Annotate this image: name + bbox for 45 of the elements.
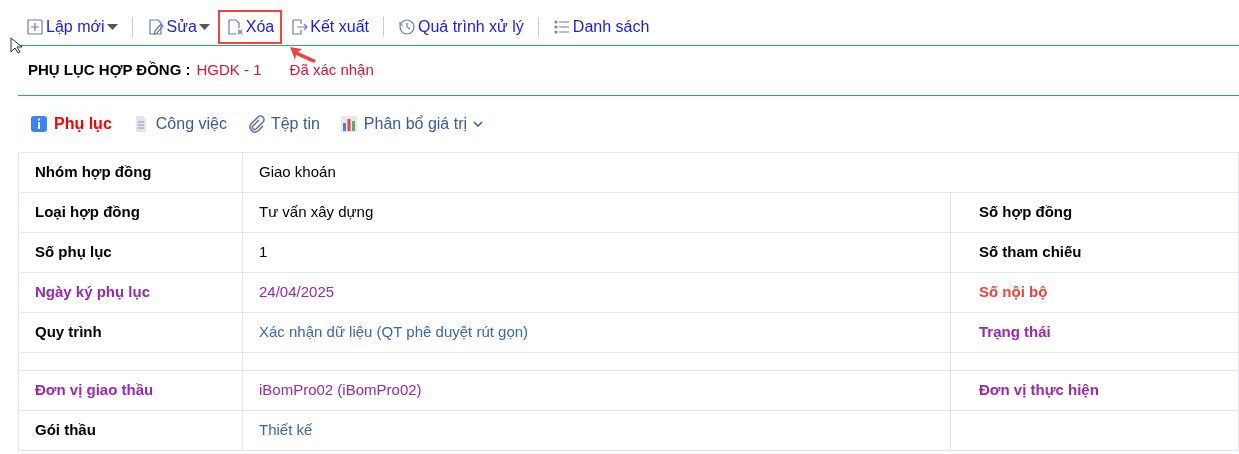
field-label: Trạng thái	[979, 322, 1051, 343]
field-label: Đơn vị giao thầu	[35, 380, 154, 401]
field-label: Đơn vị thực hiện	[979, 380, 1099, 401]
edit-document-icon	[146, 17, 165, 36]
field-value: Tư vấn xây dựng	[259, 202, 374, 223]
plus-square-icon	[26, 17, 44, 36]
delete-document-icon	[225, 17, 244, 36]
field-label: Số hợp đồng	[979, 202, 1073, 223]
field-label: Nhóm hợp đồng	[35, 162, 152, 183]
field-label: Quy trình	[35, 322, 102, 343]
toolbar-button[interactable]: Sửa	[138, 9, 218, 44]
toolbar-button[interactable]: Quá trình xử lý	[389, 9, 532, 44]
history-clock-icon	[397, 17, 416, 36]
field-label: Ngày ký phụ lục	[35, 282, 151, 303]
field-value: Xác nhận dữ liệu (QT phê duyệt rút gọn)	[259, 322, 529, 343]
chevron-down-icon	[473, 121, 484, 127]
bar-chart-icon	[339, 115, 358, 133]
contract-code: HGDK - 1	[196, 60, 262, 81]
export-icon	[290, 17, 309, 36]
page-title: PHỤ LỤC HỢP ĐỒNG :	[28, 60, 191, 81]
info-icon	[30, 115, 48, 133]
toolbar-button[interactable]: Danh sách	[544, 9, 658, 44]
tab[interactable]: Phân bổ giá trị	[339, 112, 484, 136]
field-value: 1	[259, 242, 268, 263]
field-label: Số tham chiếu	[979, 242, 1082, 263]
callout-arrow	[290, 47, 316, 63]
toolbar-button[interactable]: Xóa	[217, 9, 283, 44]
field-label: Số phụ lục	[35, 242, 112, 263]
caret-icon	[106, 23, 118, 30]
field-value: Giao khoán	[259, 162, 336, 183]
cursor-icon	[10, 37, 22, 54]
field-value: 24/04/2025	[259, 282, 335, 303]
field-label: Loại hợp đồng	[35, 202, 140, 223]
toolbar-button[interactable]: Kết xuất	[282, 9, 377, 44]
toolbar-button[interactable]: Lập mới	[18, 9, 126, 44]
paperclip-icon	[246, 115, 265, 133]
tab[interactable]: Công việc	[131, 112, 227, 136]
field-label: Số nội bộ	[979, 282, 1048, 303]
field-label: Gói thầu	[35, 420, 96, 441]
field-value: Thiết kế	[259, 420, 313, 441]
field-value: iBomPro02 (iBomPro02)	[259, 380, 422, 401]
caret-icon	[198, 23, 210, 30]
status-text: Đã xác nhận	[289, 60, 374, 81]
tab[interactable]: Phụ lục	[30, 112, 112, 136]
tab[interactable]: Tệp tin	[246, 112, 320, 136]
